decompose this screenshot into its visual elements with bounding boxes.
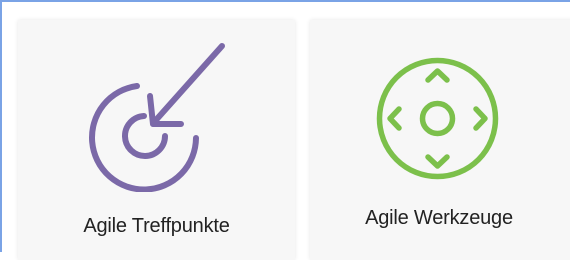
tile-grid: Agile Treffpunkte Agile Werkzeuge [0, 0, 570, 260]
card-label: Agile Werkzeuge [365, 207, 513, 229]
target-arrow-icon [89, 43, 225, 192]
card-agile-treffpunkte[interactable]: Agile Treffpunkte [18, 20, 295, 260]
card-label: Agile Treffpunkte [83, 215, 230, 237]
card-agile-werkzeuge[interactable]: Agile Werkzeuge [310, 20, 570, 260]
directional-pad-icon [376, 57, 499, 180]
